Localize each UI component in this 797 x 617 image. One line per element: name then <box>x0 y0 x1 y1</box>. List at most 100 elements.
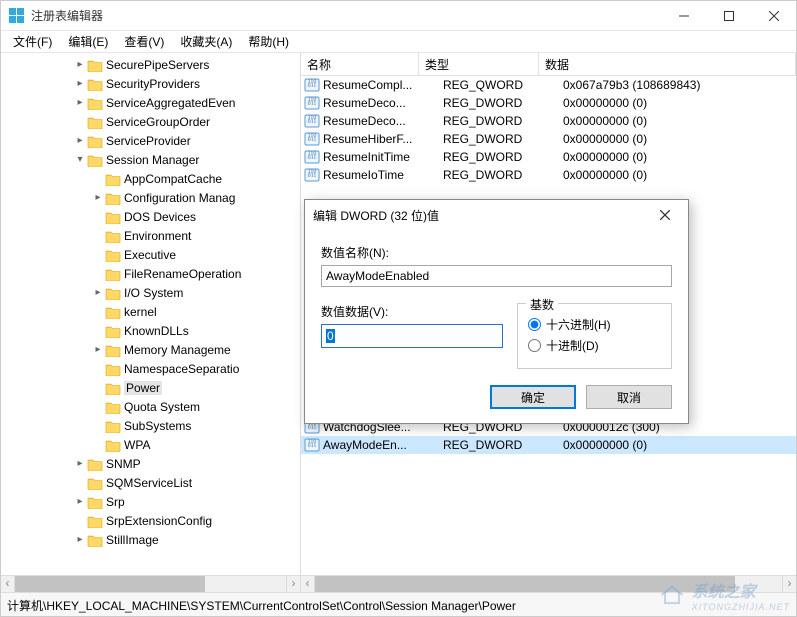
cell-name: ResumeDeco... <box>323 114 437 128</box>
radio-dec[interactable]: 十进制(D) <box>528 337 661 354</box>
tree-item[interactable]: ▸ServiceProvider <box>1 131 300 150</box>
tree-item[interactable]: Power <box>1 378 300 397</box>
tree-item[interactable]: ▸SecurePipeServers <box>1 55 300 74</box>
expand-icon[interactable]: ▸ <box>91 344 105 355</box>
expand-icon[interactable]: ▸ <box>73 78 87 89</box>
dialog-close-button[interactable] <box>650 201 680 229</box>
folder-icon <box>87 495 103 509</box>
expand-icon[interactable]: ▸ <box>73 59 87 70</box>
svg-text:110: 110 <box>308 439 317 445</box>
menu-help[interactable]: 帮助(H) <box>240 31 297 52</box>
radio-dec-input[interactable] <box>528 339 541 352</box>
value-icon: 011110 <box>304 96 320 110</box>
col-header-data[interactable]: 数据 <box>539 53 796 75</box>
cancel-button[interactable]: 取消 <box>586 385 672 409</box>
value-icon: 011110 <box>304 114 320 128</box>
radio-hex-input[interactable] <box>528 318 541 331</box>
cell-data: 0x00000000 (0) <box>557 438 796 452</box>
tree-item[interactable]: NamespaceSeparatio <box>1 359 300 378</box>
cell-type: REG_DWORD <box>437 96 557 110</box>
expand-icon[interactable]: ▸ <box>91 287 105 298</box>
tree-item-label: Srp <box>106 495 125 509</box>
folder-icon <box>87 457 103 471</box>
cell-type: REG_DWORD <box>437 168 557 182</box>
list-row[interactable]: 011110ResumeDeco...REG_DWORD0x00000000 (… <box>301 112 796 130</box>
folder-icon <box>105 305 121 319</box>
tree-item-label: SecurityProviders <box>106 77 200 91</box>
tree-item[interactable]: SQMServiceList <box>1 473 300 492</box>
folder-icon <box>87 77 103 91</box>
folder-icon <box>87 533 103 547</box>
tree-item[interactable]: ▸Memory Manageme <box>1 340 300 359</box>
tree-item[interactable]: WPA <box>1 435 300 454</box>
tree-item[interactable]: Quota System <box>1 397 300 416</box>
tree-item[interactable]: ▸ SecurityProviders <box>1 74 300 93</box>
minimize-button[interactable] <box>661 1 706 30</box>
svg-text:110: 110 <box>308 133 317 139</box>
list-row[interactable]: 011110ResumeIoTimeREG_DWORD0x00000000 (0… <box>301 166 796 184</box>
value-name-input[interactable] <box>321 265 672 287</box>
cell-data: 0x00000000 (0) <box>557 168 796 182</box>
value-data-input[interactable]: 0 <box>321 324 503 348</box>
maximize-button[interactable] <box>706 1 751 30</box>
menu-edit[interactable]: 编辑(E) <box>60 31 116 52</box>
value-icon <box>304 186 320 200</box>
value-icon: 011110 <box>304 78 320 92</box>
tree-item[interactable]: DOS Devices <box>1 207 300 226</box>
dialog-titlebar[interactable]: 编辑 DWORD (32 位)值 <box>305 200 688 230</box>
tree-item[interactable]: ServiceGroupOrder <box>1 112 300 131</box>
tree-item[interactable]: ▸StillImage <box>1 530 300 549</box>
tree-hscrollbar[interactable]: ‹ › <box>1 575 300 592</box>
radio-hex[interactable]: 十六进制(H) <box>528 316 661 333</box>
tree-item-label: I/O System <box>124 286 183 300</box>
list-row[interactable]: 011110ResumeInitTimeREG_DWORD0x00000000 … <box>301 148 796 166</box>
tree-item-label: ServiceAggregatedEven <box>106 96 235 110</box>
list-row[interactable]: 011110ResumeCompl...REG_QWORD0x067a79b3 … <box>301 76 796 94</box>
expand-icon[interactable]: ▸ <box>91 192 105 203</box>
close-button[interactable] <box>751 1 796 30</box>
list-hscrollbar[interactable]: ‹ › <box>301 575 796 592</box>
expand-icon[interactable]: ▸ <box>73 496 87 507</box>
menubar: 文件(F) 编辑(E) 查看(V) 收藏夹(A) 帮助(H) <box>1 31 796 53</box>
menu-file[interactable]: 文件(F) <box>5 31 60 52</box>
cell-name: AwayModeEn... <box>323 438 437 452</box>
list-row[interactable]: 011110ResumeDeco...REG_DWORD0x00000000 (… <box>301 94 796 112</box>
tree-item[interactable]: SrpExtensionConfig <box>1 511 300 530</box>
folder-icon <box>105 210 121 224</box>
tree-scroll[interactable]: ▸SecurePipeServers▸SecurityProviders▸Ser… <box>1 53 300 573</box>
col-header-type[interactable]: 类型 <box>419 53 539 75</box>
tree-item[interactable]: SubSystems <box>1 416 300 435</box>
expand-icon[interactable]: ▸ <box>73 534 87 545</box>
tree-item[interactable]: ▸ Srp <box>1 492 300 511</box>
folder-icon <box>105 229 121 243</box>
tree-item[interactable]: Environment <box>1 226 300 245</box>
tree-item-label: NamespaceSeparatio <box>124 362 239 376</box>
tree-item[interactable]: ▸SNMP <box>1 454 300 473</box>
expand-icon[interactable]: ▸ <box>73 458 87 469</box>
list-row[interactable]: 011110AwayModeEn...REG_DWORD0x00000000 (… <box>301 436 796 454</box>
tree-item[interactable]: ▸ ServiceAggregatedEven <box>1 93 300 112</box>
statusbar: 计算机\HKEY_LOCAL_MACHINE\SYSTEM\CurrentCon… <box>1 592 796 616</box>
expand-icon[interactable]: ▸ <box>73 97 87 108</box>
col-header-name[interactable]: 名称 <box>301 53 419 75</box>
window-controls <box>661 1 796 30</box>
tree-item[interactable]: KnownDLLs <box>1 321 300 340</box>
tree-item[interactable]: ▸Configuration Manag <box>1 188 300 207</box>
tree-item[interactable]: FileRenameOperation <box>1 264 300 283</box>
tree-item[interactable]: kernel <box>1 302 300 321</box>
menu-favorites[interactable]: 收藏夹(A) <box>172 31 240 52</box>
value-icon: 011110 <box>304 132 320 146</box>
titlebar: 注册表编辑器 <box>1 1 796 31</box>
folder-icon <box>105 343 121 357</box>
tree-item[interactable]: AppCompatCache <box>1 169 300 188</box>
tree-item[interactable]: Executive <box>1 245 300 264</box>
tree-item[interactable]: ▸ I/O System <box>1 283 300 302</box>
list-row[interactable]: 011110ResumeHiberF...REG_DWORD0x00000000… <box>301 130 796 148</box>
folder-icon <box>105 286 121 300</box>
tree-item-label: Power <box>124 381 162 395</box>
expand-icon[interactable]: ▸ <box>73 135 87 146</box>
tree-item[interactable]: ▾Session Manager <box>1 150 300 169</box>
ok-button[interactable]: 确定 <box>490 385 576 409</box>
menu-view[interactable]: 查看(V) <box>116 31 172 52</box>
collapse-icon[interactable]: ▾ <box>73 154 87 165</box>
